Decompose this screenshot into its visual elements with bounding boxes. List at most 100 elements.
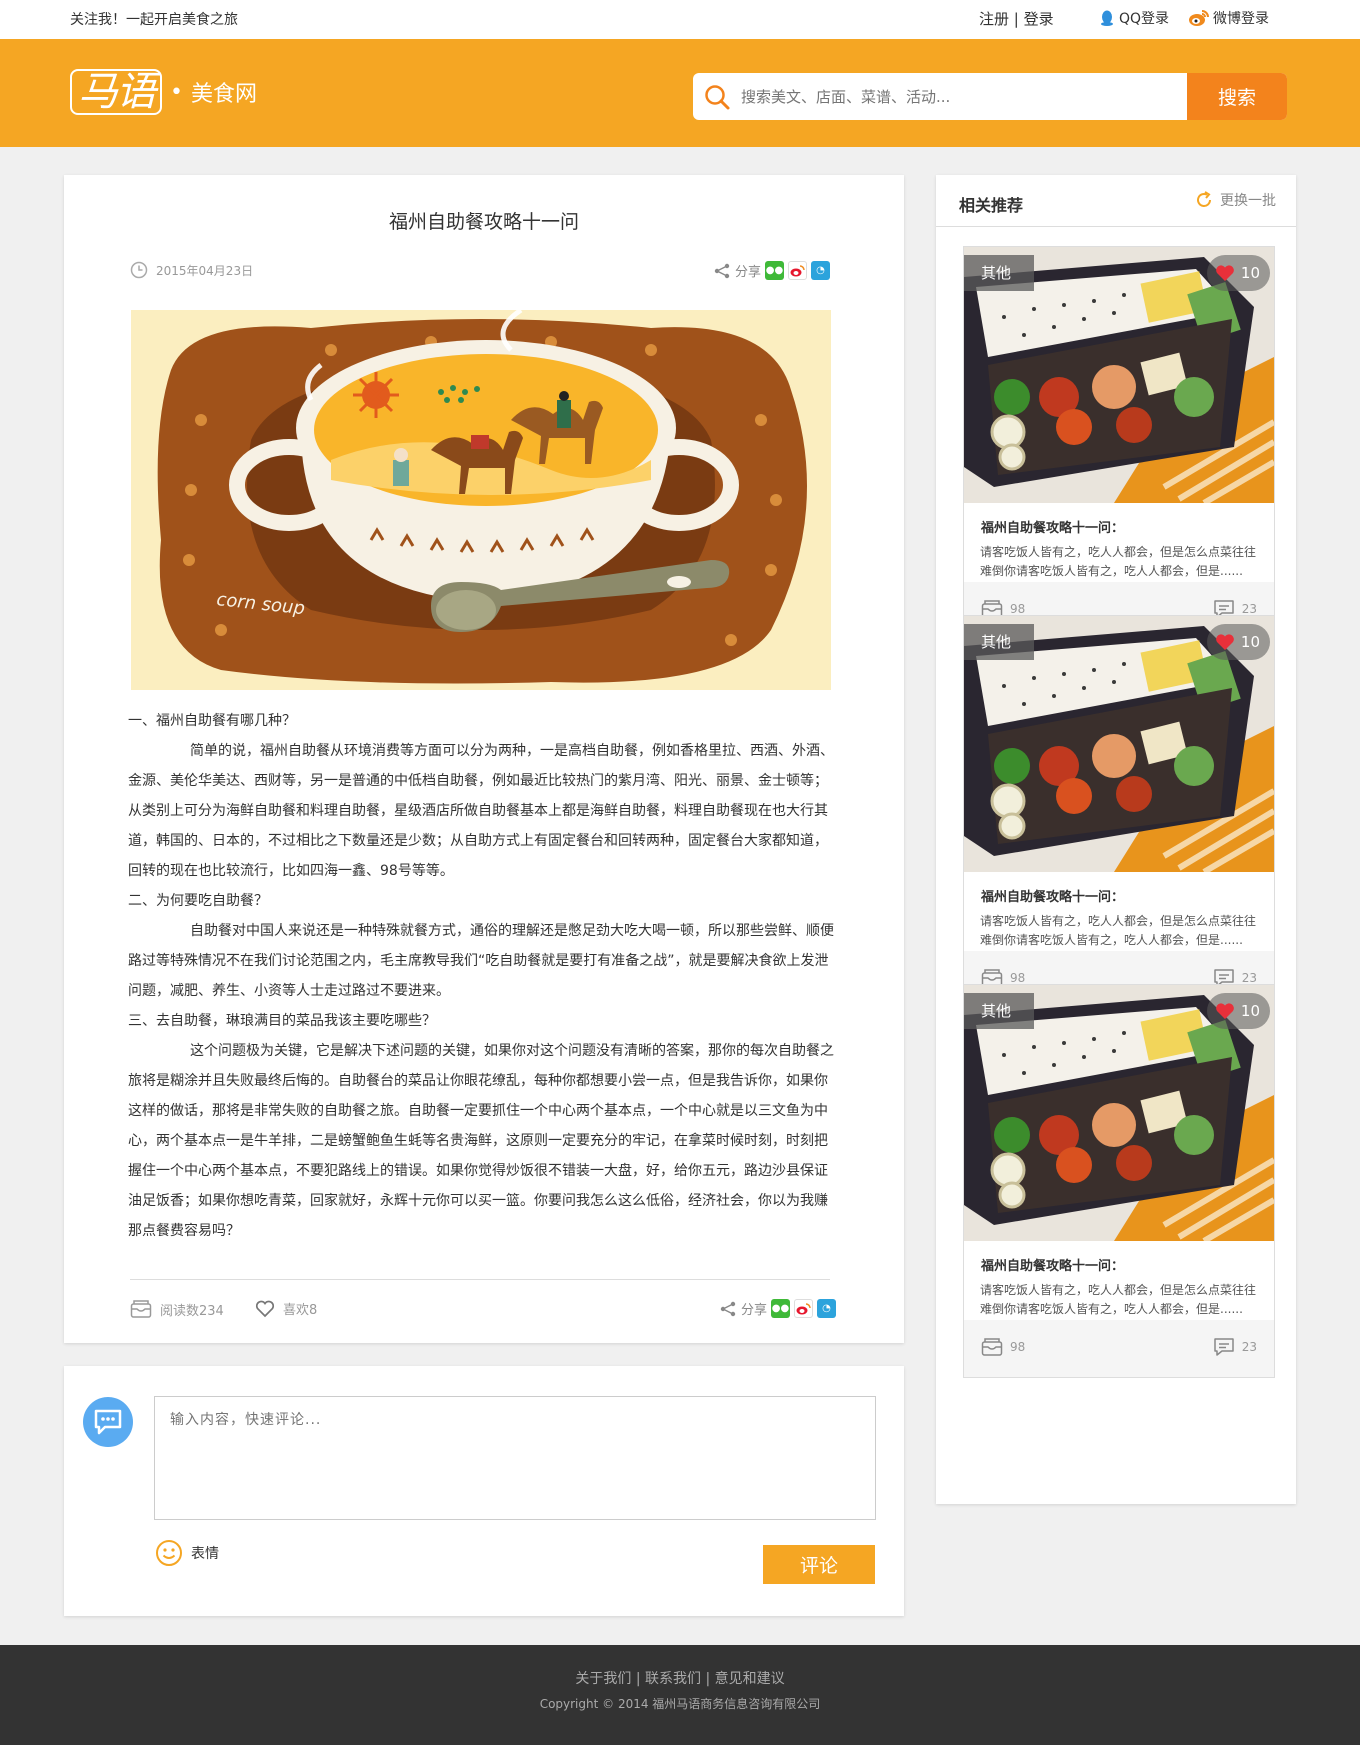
- site-logo[interactable]: 马语 • 美食网: [70, 69, 257, 115]
- tencent-weibo-share-icon[interactable]: ◔: [817, 1299, 836, 1318]
- refresh-icon: [1197, 191, 1211, 207]
- favorite-count: 10: [1240, 1002, 1260, 1020]
- top-slogan: 关注我！一起开启美食之旅: [70, 12, 238, 28]
- article-paragraph: 这个问题极为关键，它是解决下述问题的关键，如果你对这个问题没有清晰的答案，那你的…: [128, 1043, 834, 1239]
- emoji-button[interactable]: 表情: [155, 1539, 219, 1567]
- sidebar-header: 相关推荐 更换一批: [936, 175, 1296, 227]
- favorite-badge[interactable]: 10: [1206, 255, 1270, 291]
- weibo-icon: [1189, 10, 1209, 26]
- search-icon: [693, 73, 741, 120]
- article-paragraph: 自助餐对中国人来说还是一种特殊就餐方式，通俗的理解还是憋足劲大吃大喝一顿，所以那…: [128, 923, 834, 999]
- search-input[interactable]: [741, 73, 1187, 120]
- article-title: 福州自助餐攻略十一问: [388, 211, 579, 233]
- search-bar: 搜索: [693, 73, 1287, 120]
- comment-submit-button[interactable]: 评论: [763, 1545, 875, 1584]
- card-comment-count-text: 23: [1241, 1340, 1257, 1354]
- logo-dot: •: [170, 79, 183, 105]
- share-label: 分享: [740, 1303, 767, 1318]
- related-card[interactable]: 其他 10 福州自助餐攻略十一问： 请客吃饭人皆有之，吃人人都会，但是怎么点菜往…: [963, 246, 1275, 640]
- card-comment-count[interactable]: 23: [1213, 1337, 1257, 1357]
- category-tag: 其他: [964, 255, 1034, 291]
- favorite-count: 10: [1240, 264, 1260, 282]
- card-title[interactable]: 福州自助餐攻略十一问：: [981, 517, 1124, 536]
- read-count-icon: [130, 1300, 152, 1318]
- article-paragraph: 简单的说，福州自助餐从环境消费等方面可以分为两种，一是高档自助餐，例如香格里拉、…: [128, 743, 834, 879]
- heart-icon: [255, 1300, 275, 1317]
- article-date-text: 2015年04月23日: [156, 263, 254, 278]
- article-section-heading: 一、福州自助餐有哪几种？: [128, 713, 296, 729]
- qq-icon: [1101, 10, 1113, 26]
- search-button[interactable]: 搜索: [1187, 73, 1287, 120]
- auth-divider: |: [1013, 10, 1019, 28]
- article-card: 福州自助餐攻略十一问 2015年04月23日 分享 ●● ◔ corn soup…: [64, 175, 904, 1343]
- emoji-label: 表情: [191, 1546, 219, 1562]
- footer-links[interactable]: 关于我们 | 联系我们 | 意见和建议: [0, 1668, 1360, 1688]
- heart-icon: [1216, 265, 1234, 281]
- heart-icon: [1216, 1003, 1234, 1019]
- category-tag: 其他: [964, 624, 1034, 660]
- card-read-count-text: 98: [1010, 1340, 1026, 1354]
- site-header: 马语 • 美食网 搜索: [0, 39, 1360, 147]
- article-divider: [130, 1279, 830, 1280]
- like-button[interactable]: 喜欢8: [255, 1299, 317, 1318]
- related-card[interactable]: 其他 10 福州自助餐攻略十一问： 请客吃饭人皆有之，吃人人都会，但是怎么点菜往…: [963, 984, 1275, 1378]
- read-count: 阅读数234: [130, 1299, 224, 1319]
- favorite-badge[interactable]: 10: [1206, 624, 1270, 660]
- article-body: 一、福州自助餐有哪几种？ 简单的说，福州自助餐从环境消费等方面可以分为两种，一是高…: [128, 706, 840, 1246]
- article-footer: 阅读数234 喜欢8 分享 ●● ◔: [130, 1295, 836, 1325]
- article-section-heading: 三、去自助餐，琳琅满目的菜品我该主要吃哪些？: [128, 1013, 436, 1029]
- card-read-count: 98: [981, 1337, 1025, 1357]
- share-icon: [720, 1301, 736, 1316]
- weibo-login-label: 微博登录: [1213, 11, 1269, 27]
- footer-copyright: Copyright © 2014 福州马语商务信息咨询有限公司: [539, 1697, 821, 1711]
- weibo-share-icon[interactable]: [788, 261, 807, 280]
- top-bar: 关注我！一起开启美食之旅 注册 | 登录 QQ登录 微博登录: [0, 0, 1360, 39]
- card-description: 请客吃饭人皆有之，吃人人都会，但是怎么点菜往往难倒你请客吃饭人皆有之，吃人人都会…: [980, 1283, 1257, 1316]
- sidebar-title: 相关推荐: [959, 196, 1024, 215]
- auth-links: 注册 | 登录: [979, 8, 1054, 29]
- site-footer: 关于我们 | 联系我们 | 意见和建议 Copyright © 2014 福州马…: [0, 1645, 1360, 1745]
- heart-icon: [1216, 634, 1234, 650]
- card-read-count-text: 98: [1010, 971, 1026, 985]
- weibo-share-icon[interactable]: [794, 1299, 813, 1318]
- clock-icon: [130, 261, 148, 279]
- register-link[interactable]: 注册: [979, 10, 1009, 28]
- refresh-label: 更换一批: [1220, 193, 1276, 209]
- like-count-text: 喜欢8: [283, 1303, 318, 1318]
- comment-avatar-icon: [83, 1397, 133, 1447]
- read-count-icon: [981, 1338, 1003, 1356]
- qq-login-label: QQ登录: [1119, 11, 1170, 27]
- card-footer: 98 23: [964, 1320, 1274, 1377]
- login-link[interactable]: 登录: [1024, 10, 1054, 28]
- category-tag: 其他: [964, 993, 1034, 1029]
- logo-site-name: 美食网: [190, 82, 257, 107]
- article-section-heading: 二、为何要吃自助餐？: [128, 893, 268, 909]
- smiley-icon: [156, 1540, 182, 1566]
- share-bar-bottom: 分享 ●● ◔: [719, 1299, 836, 1318]
- comment-box: 表情 评论: [64, 1366, 904, 1616]
- refresh-button[interactable]: 更换一批: [1194, 190, 1276, 210]
- share-icon: [714, 263, 730, 278]
- related-sidebar: 相关推荐 更换一批 其他 10 福州自助餐攻略十一问： 请客吃饭人皆有之，吃人人…: [936, 175, 1296, 1504]
- related-card[interactable]: 其他 10 福州自助餐攻略十一问： 请客吃饭人皆有之，吃人人都会，但是怎么点菜往…: [963, 615, 1275, 1009]
- logo-brand: 马语: [70, 69, 162, 115]
- share-label: 分享: [734, 265, 761, 280]
- card-comment-count-text: 23: [1241, 602, 1257, 616]
- card-read-count-text: 98: [1010, 602, 1026, 616]
- favorite-badge[interactable]: 10: [1206, 993, 1270, 1029]
- corn-soup-illustration: corn soup: [131, 310, 831, 690]
- card-comment-count-text: 23: [1241, 971, 1257, 985]
- card-title[interactable]: 福州自助餐攻略十一问：: [981, 1255, 1124, 1274]
- wechat-share-icon[interactable]: ●●: [771, 1299, 790, 1318]
- article-date: 2015年04月23日: [130, 261, 253, 279]
- comment-input[interactable]: [154, 1396, 876, 1520]
- share-bar-top: 分享 ●● ◔: [713, 261, 830, 280]
- weibo-login-link[interactable]: 微博登录: [1188, 8, 1269, 28]
- card-description: 请客吃饭人皆有之，吃人人都会，但是怎么点菜往往难倒你请客吃饭人皆有之，吃人人都会…: [980, 914, 1257, 947]
- tencent-weibo-share-icon[interactable]: ◔: [811, 261, 830, 280]
- wechat-share-icon[interactable]: ●●: [765, 261, 784, 280]
- card-title[interactable]: 福州自助餐攻略十一问：: [981, 886, 1124, 905]
- favorite-count: 10: [1240, 633, 1260, 651]
- card-description: 请客吃饭人皆有之，吃人人都会，但是怎么点菜往往难倒你请客吃饭人皆有之，吃人人都会…: [980, 545, 1257, 578]
- qq-login-link[interactable]: QQ登录: [1098, 8, 1169, 28]
